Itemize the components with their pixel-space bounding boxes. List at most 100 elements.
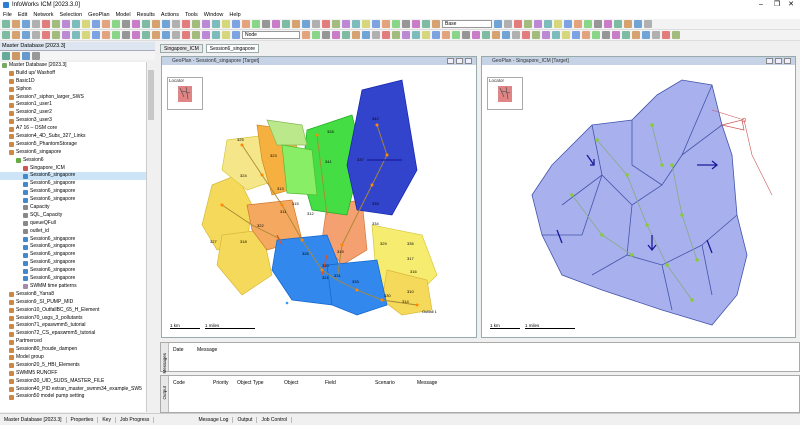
toolbar-tool-icon[interactable] — [272, 20, 280, 28]
toolbar-tool-icon[interactable] — [42, 20, 50, 28]
toolbar-tool-icon[interactable] — [352, 31, 360, 39]
tree-item[interactable]: Session6 — [0, 157, 146, 165]
toolbar-tool-icon[interactable] — [2, 20, 10, 28]
tree-item[interactable]: Session6_singapore — [0, 196, 146, 204]
toolbar-tool-icon[interactable] — [542, 31, 550, 39]
toolbar-tool-icon[interactable] — [72, 31, 80, 39]
tree-item[interactable]: Session6_singapore — [0, 243, 146, 251]
toolbar-tool-icon[interactable] — [232, 31, 240, 39]
toolbar-tool-icon[interactable] — [192, 20, 200, 28]
toolbar-tool-icon[interactable] — [152, 31, 160, 39]
toolbar-tool-icon[interactable] — [12, 31, 20, 39]
col-priority[interactable]: Priority — [213, 380, 229, 386]
toolbar-tool-icon[interactable] — [212, 20, 220, 28]
col-code[interactable]: Code — [173, 380, 185, 386]
geoplan-left-pane[interactable]: GeoPlan - Session6_singapore [Target] Lo… — [161, 56, 477, 338]
toolbar-tool-icon[interactable] — [584, 20, 592, 28]
toolbar-tool-icon[interactable] — [172, 31, 180, 39]
toolbar-tool-icon[interactable] — [322, 20, 330, 28]
left-pane-maximize-icon[interactable] — [456, 58, 463, 64]
tree-item[interactable]: Session6_singapore — [0, 236, 146, 244]
toolbar-tool-icon[interactable] — [632, 31, 640, 39]
toolbar-tool-icon[interactable] — [482, 31, 490, 39]
right-map-canvas[interactable] — [482, 65, 797, 327]
menu-model[interactable]: Model — [116, 12, 131, 18]
toolbar-tool-icon[interactable] — [312, 31, 320, 39]
toolbar-tool-icon[interactable] — [662, 31, 670, 39]
toolbar-tool-icon[interactable] — [182, 31, 190, 39]
tab-singapore-icm[interactable]: Singapore_ICM — [160, 43, 203, 53]
toolbar-tool-icon[interactable] — [642, 31, 650, 39]
toolbar-tool-icon[interactable] — [442, 31, 450, 39]
tree-item[interactable]: Session4_4D_Subs_327_Links — [0, 133, 146, 141]
scenario-select[interactable]: Base — [442, 20, 492, 28]
toolbar-tool-icon[interactable] — [534, 20, 542, 28]
toolbar-tool-icon[interactable] — [412, 31, 420, 39]
toolbar-tool-icon[interactable] — [122, 20, 130, 28]
toolbar-tool-icon[interactable] — [42, 31, 50, 39]
menu-results[interactable]: Results — [137, 12, 155, 18]
toolbar-tool-icon[interactable] — [502, 31, 510, 39]
toolbar-tool-icon[interactable] — [504, 20, 512, 28]
toolbar-tool-icon[interactable] — [554, 20, 562, 28]
tree-item[interactable]: Session6_singapore — [0, 149, 146, 157]
tree-item[interactable]: Session40_PID extran_master_swmm34_examp… — [0, 386, 146, 394]
toolbar-tool-icon[interactable] — [122, 31, 130, 39]
menu-actions[interactable]: Actions — [161, 12, 179, 18]
toolbar-tool-icon[interactable] — [522, 31, 530, 39]
toolbar-tool-icon[interactable] — [572, 31, 580, 39]
status-job-control[interactable]: Job Control — [257, 416, 293, 423]
toolbar-tool-icon[interactable] — [142, 20, 150, 28]
tree-item[interactable]: Master Database [2023.3] — [0, 62, 146, 70]
toolbar-tool-icon[interactable] — [162, 31, 170, 39]
toolbar-tool-icon[interactable] — [552, 31, 560, 39]
toolbar-tool-icon[interactable] — [332, 31, 340, 39]
toolbar-tool-icon[interactable] — [392, 31, 400, 39]
toolbar-tool-icon[interactable] — [342, 20, 350, 28]
toolbar-tool-icon[interactable] — [342, 31, 350, 39]
tree-item[interactable]: Session70_usgs_3_pollutants — [0, 315, 146, 323]
layer-select[interactable]: Node — [242, 31, 300, 39]
toolbar-tool-icon[interactable] — [2, 31, 10, 39]
toolbar-tool-icon[interactable] — [562, 31, 570, 39]
toolbar-tool-icon[interactable] — [582, 31, 590, 39]
message-log-panel[interactable]: Messages Date Message — [160, 342, 800, 374]
toolbar-tool-icon[interactable] — [12, 20, 20, 28]
minimize-button[interactable]: – — [754, 0, 768, 10]
toolbar-tool-icon[interactable] — [112, 20, 120, 28]
toolbar-tool-icon[interactable] — [62, 20, 70, 28]
tree-item[interactable]: Session6_singapore — [0, 267, 146, 275]
toolbar-tool-icon[interactable] — [142, 31, 150, 39]
tree-item[interactable]: Session6_singapore — [0, 172, 146, 181]
tree-collapse-icon[interactable] — [32, 51, 40, 60]
toolbar-tool-icon[interactable] — [402, 31, 410, 39]
tree-item[interactable]: A7 16 – OSM core — [0, 125, 146, 133]
tree-scrollbar[interactable] — [147, 62, 155, 412]
toolbar-tool-icon[interactable] — [532, 31, 540, 39]
toolbar-tool-icon[interactable] — [252, 20, 260, 28]
tree-item[interactable]: queueQFull — [0, 220, 146, 228]
toolbar-tool-icon[interactable] — [112, 31, 120, 39]
col-field[interactable]: Field — [325, 380, 336, 386]
toolbar-tool-icon[interactable] — [92, 20, 100, 28]
geoplan-right-pane[interactable]: GeoPlan - Singapore_ICM [Target] Locator — [481, 56, 796, 338]
tree-item[interactable]: outlet_id — [0, 228, 146, 236]
database-tree[interactable]: Master Database [2023.3] Build up/ Washof… — [0, 62, 147, 412]
toolbar-tool-icon[interactable] — [634, 20, 642, 28]
toolbar-tool-icon[interactable] — [102, 20, 110, 28]
toolbar-tool-icon[interactable] — [512, 31, 520, 39]
tree-item[interactable]: SQL_Capacity — [0, 212, 146, 220]
toolbar-tool-icon[interactable] — [624, 20, 632, 28]
toolbar-tool-icon[interactable] — [382, 31, 390, 39]
menu-help[interactable]: Help — [229, 12, 240, 18]
col-scenario[interactable]: Scenario — [375, 380, 395, 386]
toolbar-tool-icon[interactable] — [32, 31, 40, 39]
tree-item[interactable]: SWMM time patterns — [0, 283, 146, 291]
toolbar-tool-icon[interactable] — [202, 20, 210, 28]
toolbar-tool-icon[interactable] — [604, 20, 612, 28]
left-pane-minimize-icon[interactable] — [447, 58, 454, 64]
toolbar-tool-icon[interactable] — [672, 31, 680, 39]
message-log-tab[interactable]: Messages — [161, 343, 169, 374]
toolbar-tool-icon[interactable] — [172, 20, 180, 28]
tree-item[interactable]: Session6_singapore — [0, 259, 146, 267]
